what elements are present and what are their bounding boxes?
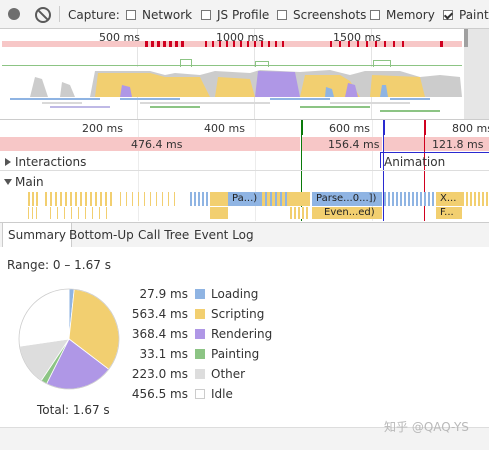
total-text: Total: 1.67 s <box>37 403 110 417</box>
checkbox-icon[interactable] <box>126 10 136 20</box>
range-text: Range: 0 – 1.67 s <box>7 258 111 272</box>
watermark: 知乎 @QAQ-YS <box>384 420 469 434</box>
tab-event-log[interactable]: Event Log <box>189 223 259 247</box>
legend-swatch <box>195 349 205 359</box>
summary-pie-chart <box>18 288 120 390</box>
checkbox-icon[interactable] <box>277 10 287 20</box>
legend-label: Scripting <box>211 307 265 321</box>
network-checkbox[interactable]: Network <box>126 8 192 22</box>
frame-duration: 156.4 ms <box>328 138 380 151</box>
frame-duration: 121.8 ms <box>432 138 484 151</box>
checkbox-icon[interactable] <box>201 10 211 20</box>
collapse-triangle-icon[interactable] <box>4 179 12 185</box>
checkbox-checked-icon[interactable] <box>443 10 453 20</box>
record-button[interactable] <box>8 8 20 20</box>
timeline-toolbar: Capture: Network JS Profile Screenshots … <box>0 0 489 29</box>
flamechart-tick: 400 ms <box>204 122 245 135</box>
legend-value: 223.0 ms <box>131 367 188 381</box>
legend-label: Rendering <box>211 327 273 341</box>
checkbox-icon[interactable] <box>370 10 380 20</box>
legend-swatch <box>195 329 205 339</box>
clear-icon[interactable] <box>35 7 51 23</box>
js-profile-checkbox[interactable]: JS Profile <box>201 8 269 22</box>
legend-swatch <box>195 309 205 319</box>
legend-value: 33.1 ms <box>139 347 188 361</box>
legend-swatch <box>195 389 205 399</box>
main-track-label[interactable]: Main <box>15 175 44 189</box>
legend-value: 27.9 ms <box>139 287 188 301</box>
memory-checkbox[interactable]: Memory <box>370 8 435 22</box>
paint-checkbox[interactable]: Paint <box>443 8 489 22</box>
details-tabbar: Summary Bottom-Up Call Tree Event Log <box>0 222 489 248</box>
frame-duration: 476.4 ms <box>131 138 183 151</box>
summary-legend: 27.9 ms Loading 563.4 ms Scripting 368.4 ms R… <box>120 287 300 407</box>
flamechart-tick: 200 ms <box>82 122 123 135</box>
legend-swatch <box>195 289 205 299</box>
flamechart-pane[interactable]: 200 ms 400 ms 600 ms 800 ms 476.4 ms 156… <box>0 120 489 221</box>
cpu-activity-chart <box>2 67 462 97</box>
legend-label: Painting <box>211 347 260 361</box>
screenshots-checkbox[interactable]: Screenshots <box>277 8 366 22</box>
flamechart-tick: 800 ms <box>452 122 489 135</box>
interactions-track-label[interactable]: Interactions <box>15 155 86 169</box>
capture-label: Capture: <box>68 8 120 22</box>
overview-pane[interactable]: 500 ms 1000 ms 1500 ms <box>0 29 489 120</box>
main-flame-rows[interactable]: Pa...) Parse...0...]) X... Even...ed) F.… <box>0 192 489 221</box>
legend-label: Idle <box>211 387 233 401</box>
legend-value: 563.4 ms <box>131 307 188 321</box>
tab-call-tree[interactable]: Call Tree <box>133 223 194 247</box>
summary-pane: Range: 0 – 1.67 s Total: 1.67 s 27.9 ms L… <box>0 247 489 427</box>
pie-slice-idle <box>18 288 70 347</box>
legend-value: 368.4 ms <box>131 327 188 341</box>
tab-summary[interactable]: Summary <box>2 223 72 247</box>
flamechart-tick: 600 ms <box>329 122 370 135</box>
legend-value: 456.5 ms <box>131 387 188 401</box>
legend-label: Loading <box>211 287 259 301</box>
animation-label: Animation <box>384 155 446 169</box>
overview-handle[interactable] <box>464 29 468 47</box>
legend-label: Other <box>211 367 246 381</box>
tab-bottom-up[interactable]: Bottom-Up <box>64 223 139 247</box>
legend-swatch <box>195 369 205 379</box>
expand-triangle-icon[interactable] <box>5 158 11 166</box>
